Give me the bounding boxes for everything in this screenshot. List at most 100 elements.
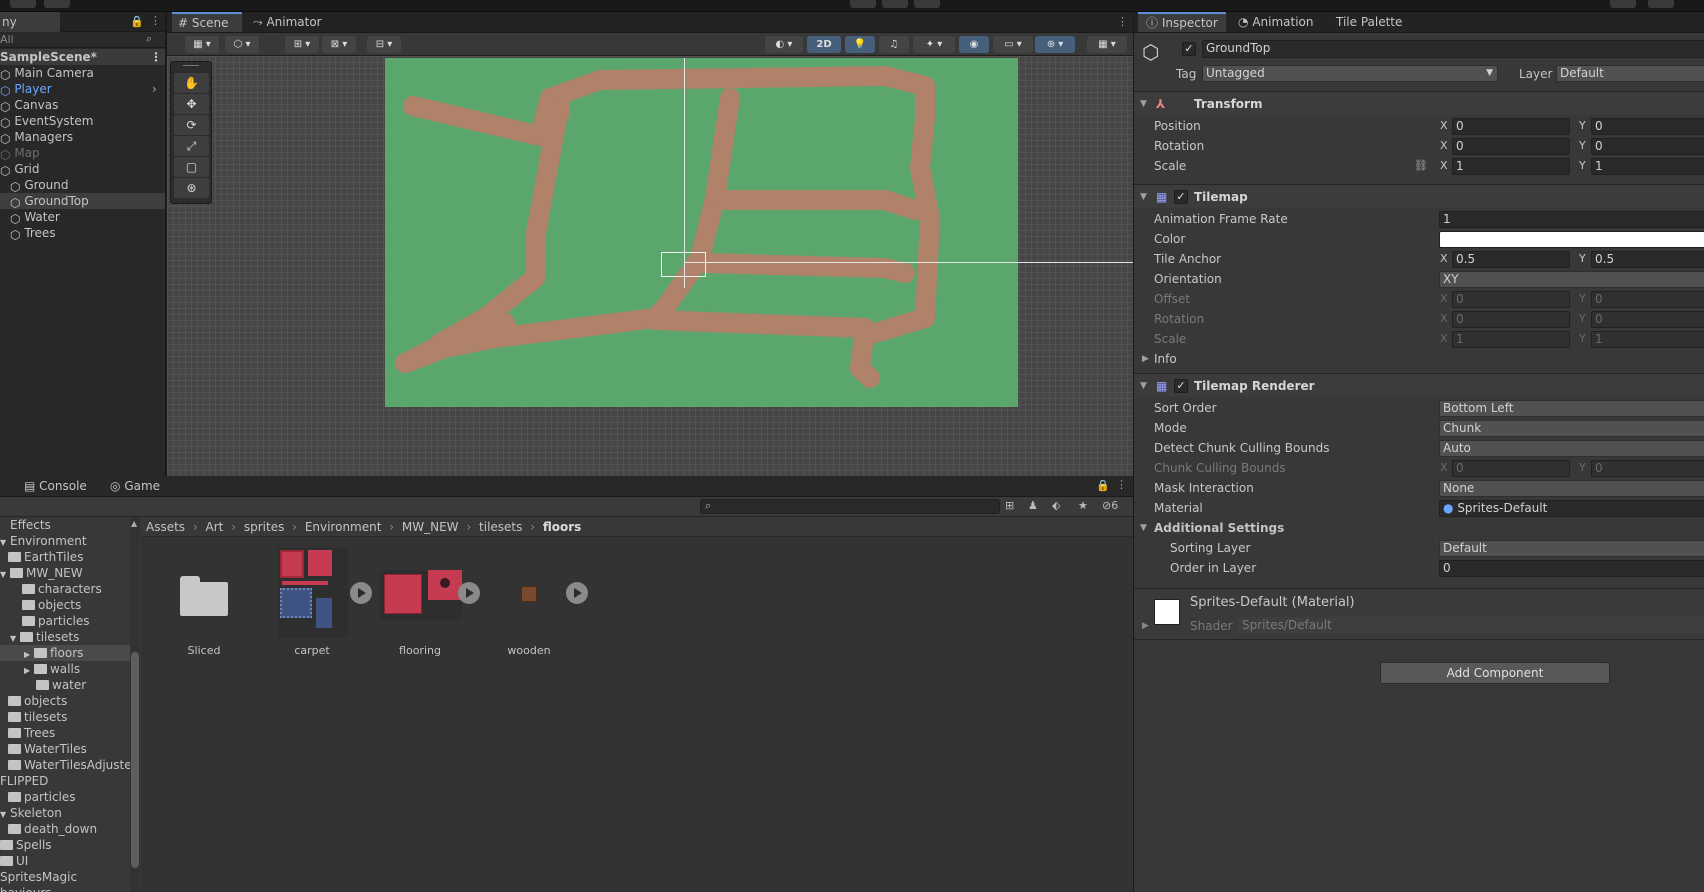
selection-rect[interactable] [661,252,706,277]
tilemap-enabled-checkbox[interactable]: ✓ [1174,190,1188,204]
tab-animator[interactable]: ⤳ Animator [253,12,333,32]
account-button[interactable] [10,0,36,8]
scale-tool-button[interactable]: ⤢ [174,136,209,156]
kebab-menu-icon[interactable]: ⋮ [150,14,161,27]
folder-item[interactable]: characters [0,581,132,597]
breadcrumb-item-current[interactable]: floors [543,520,581,534]
anchor-y-field[interactable]: 0.5 [1591,251,1704,268]
hierarchy-item[interactable]: ⬡ Canvas [0,97,165,114]
hierarchy-item-selected[interactable]: ⬡ GroundTop [0,193,165,210]
folder-item[interactable]: FLIPPED [0,773,132,789]
chevron-right-icon[interactable]: › [152,81,157,97]
fold-arrow-icon[interactable]: ▼ [0,538,6,547]
folder-item[interactable]: Effects [0,517,132,533]
folder-item[interactable]: particles [0,789,132,805]
lock-icon[interactable]: 🔒 [1096,479,1110,492]
history-button[interactable] [1610,0,1636,8]
grid-snap-dropdown[interactable]: ⊞ ▾ [285,36,319,53]
folder-item[interactable]: EarthTiles [0,549,132,565]
hand-tool-button[interactable]: ✋ [174,73,209,93]
hierarchy-item[interactable]: ⬡ Managers [0,129,165,146]
kebab-menu-icon[interactable]: ⋮ [150,49,162,65]
info-foldout[interactable]: ▶ Info [1134,349,1704,369]
tab-inspector[interactable]: ⓘ Inspector [1138,12,1226,32]
folder-item[interactable]: WaterTiles [0,741,132,757]
tab-scene[interactable]: # Scene [172,12,242,32]
hierarchy-item[interactable]: ⬡ Grid [0,161,165,178]
rotation-x-field[interactable]: 0 [1452,138,1570,155]
tab-tile-palette[interactable]: Tile Palette [1334,12,1414,32]
hierarchy-item[interactable]: ⬡ EventSystem [0,113,165,130]
folder-item[interactable]: objects [0,597,132,613]
scene-row[interactable]: SampleScene* ⋮ [0,49,165,65]
folder-item[interactable]: particles [0,613,132,629]
breadcrumb-item[interactable]: MW_NEW [402,520,459,534]
anchor-x-field[interactable]: 0.5 [1452,251,1570,268]
play-button[interactable] [850,0,876,8]
folder-item[interactable]: tilesets [0,709,132,725]
tab-console[interactable]: ▤ Console [14,476,96,496]
increment-snap-dropdown[interactable]: ⊟ ▾ [367,36,401,53]
folder-icon[interactable] [180,576,228,616]
visibility-toggle[interactable]: ◉ [959,36,989,53]
folder-item[interactable]: ▼ tilesets [0,629,132,645]
play-circle-icon[interactable] [458,582,480,604]
fold-arrow-icon[interactable]: ▶ [24,650,30,659]
overlay-dropdown[interactable]: ▦ ▾ [1087,36,1127,53]
tab-hierarchy[interactable]: ny [0,12,60,32]
drag-handle[interactable] [183,65,199,66]
hierarchy-item[interactable]: ⬡ Main Camera [0,65,165,82]
material-thumbnail[interactable] [1154,599,1180,625]
hierarchy-item[interactable]: ⬡ Trees [0,225,165,242]
tag-dropdown[interactable]: Untagged ▼ [1202,65,1498,82]
hierarchy-item[interactable]: ⬡ Player › [0,81,165,98]
folder-item[interactable]: death_down [0,821,132,837]
breadcrumb-item[interactable]: Environment [305,520,382,534]
fold-arrow-icon[interactable]: ▼ [1140,185,1147,209]
hidden-packages-icon[interactable]: ⊘6 [1102,499,1118,512]
add-component-button[interactable]: Add Component [1380,662,1610,684]
position-x-field[interactable]: 0 [1452,118,1570,135]
breadcrumb-item[interactable]: Assets [146,520,185,534]
rotation-y-field[interactable]: 0 [1591,138,1704,155]
material-field[interactable]: ● Sprites-Default [1439,500,1704,517]
move-tool-button[interactable]: ✥ [174,94,209,114]
tab-game[interactable]: ◎ Game [104,476,174,496]
link-icon[interactable]: ⛓ [1414,156,1428,176]
grid-dropdown[interactable]: ⊠ ▾ [322,36,356,53]
hierarchy-search[interactable]: All ⌕ [0,32,165,48]
renderer-enabled-checkbox[interactable]: ✓ [1174,379,1188,393]
cloud-button[interactable] [44,0,70,8]
transform-tool-button[interactable]: ⊛ [174,178,209,198]
fold-arrow-icon[interactable]: ▼ [0,570,6,579]
tag-icon[interactable]: ⬖ [1052,499,1060,512]
gizmo-dropdown[interactable]: ⬡ ▾ [225,36,259,53]
search-icon[interactable]: ⌕ [146,32,152,46]
folder-item[interactable]: ▶ walls [0,661,132,677]
scale-y-field[interactable]: 1 [1591,158,1704,175]
scroll-up-icon[interactable]: ▲ [131,519,137,528]
hierarchy-item[interactable]: ⬡ Ground [0,177,165,194]
fold-arrow-icon[interactable]: ▼ [1140,518,1147,538]
folder-item[interactable]: water [0,677,132,693]
folder-item[interactable]: ▼ Environment [0,533,132,549]
active-checkbox[interactable]: ✓ [1182,42,1196,56]
additional-settings-foldout[interactable]: ▼ Additional Settings [1134,518,1704,538]
lighting-toggle[interactable]: 💡 [845,36,875,53]
effects-dropdown[interactable]: ✦ ▾ [913,36,955,53]
layer-dropdown[interactable]: Default [1556,65,1704,82]
transform-header[interactable]: ▼ ⅄ Transform [1134,91,1704,115]
play-circle-icon[interactable] [350,582,372,604]
gizmos-dropdown[interactable]: ⊕ ▾ [1035,36,1075,53]
scale-x-field[interactable]: 1 [1452,158,1570,175]
folder-item-selected[interactable]: ▶ floors [0,645,132,661]
shader-dropdown[interactable]: Sprites/Default [1238,617,1704,634]
mode-dropdown[interactable]: Chunk [1439,420,1704,437]
tilemap-renderer-header[interactable]: ▼ ▦ ✓ Tilemap Renderer [1134,373,1704,397]
draw-mode-dropdown[interactable]: ▦ ▾ [185,36,219,53]
folder-item[interactable]: UI [0,853,132,869]
fold-arrow-icon[interactable]: ▶ [1142,621,1149,631]
folder-item[interactable]: Spells [0,837,132,853]
detect-bounds-dropdown[interactable]: Auto [1439,440,1704,457]
carpet-thumbnail[interactable] [278,548,348,638]
